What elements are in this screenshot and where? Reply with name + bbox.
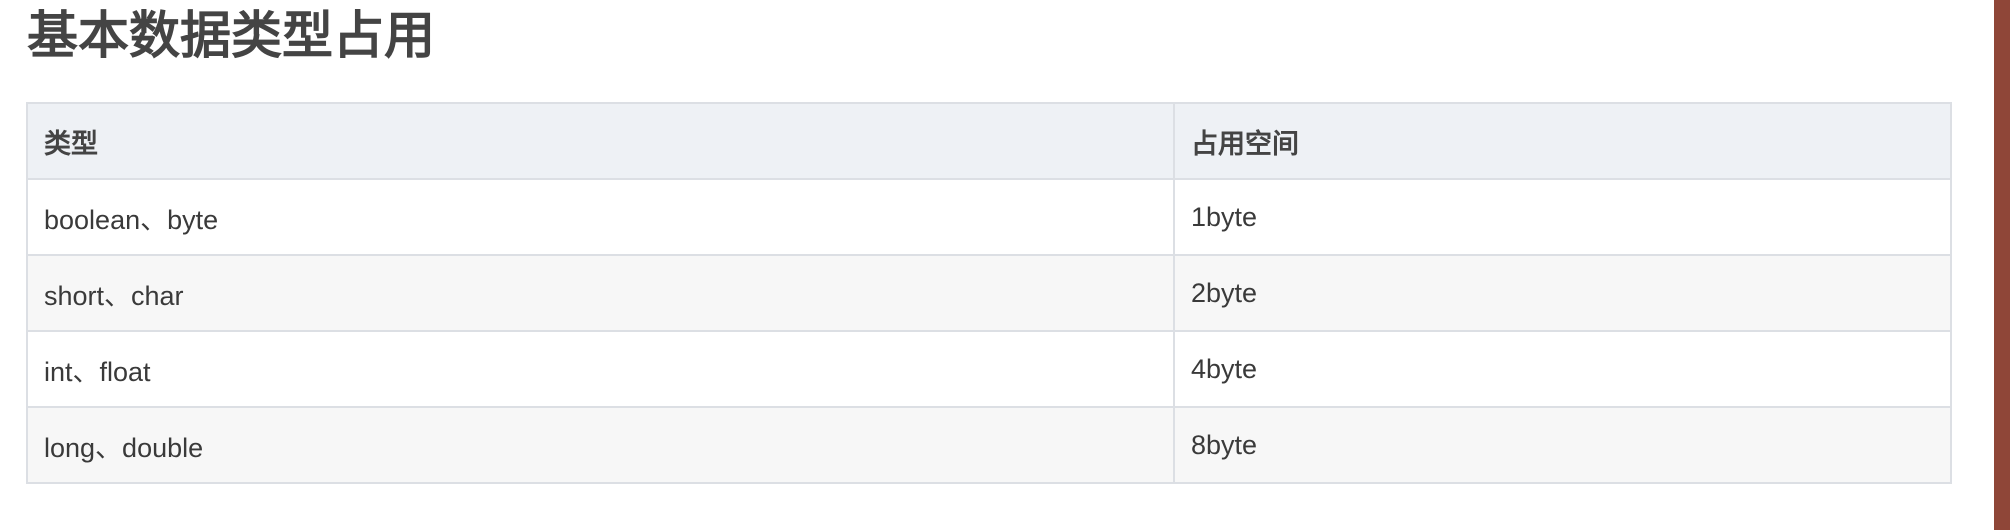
table-row: long、double 8byte bbox=[26, 406, 1952, 484]
type-cell: int、float bbox=[26, 330, 1175, 408]
table-header-row: 类型 占用空间 bbox=[26, 102, 1952, 180]
page-title: 基本数据类型占用 bbox=[27, 7, 436, 66]
type-cell: boolean、byte bbox=[26, 178, 1175, 256]
table-row: short、char 2byte bbox=[26, 254, 1952, 332]
type-cell: short、char bbox=[26, 254, 1175, 332]
type-cell: long、double bbox=[26, 406, 1175, 484]
size-cell: 8byte bbox=[1173, 406, 1952, 484]
column-header-type: 类型 bbox=[26, 102, 1175, 180]
size-cell: 4byte bbox=[1173, 330, 1952, 408]
table-row: int、float 4byte bbox=[26, 330, 1952, 408]
size-cell: 1byte bbox=[1173, 178, 1952, 256]
data-type-size-table: 类型 占用空间 boolean、byte 1byte short、char 2b… bbox=[26, 102, 1952, 484]
right-edge-accent-bar bbox=[1994, 0, 2010, 530]
table-row: boolean、byte 1byte bbox=[26, 178, 1952, 256]
size-cell: 2byte bbox=[1173, 254, 1952, 332]
column-header-size: 占用空间 bbox=[1173, 102, 1952, 180]
